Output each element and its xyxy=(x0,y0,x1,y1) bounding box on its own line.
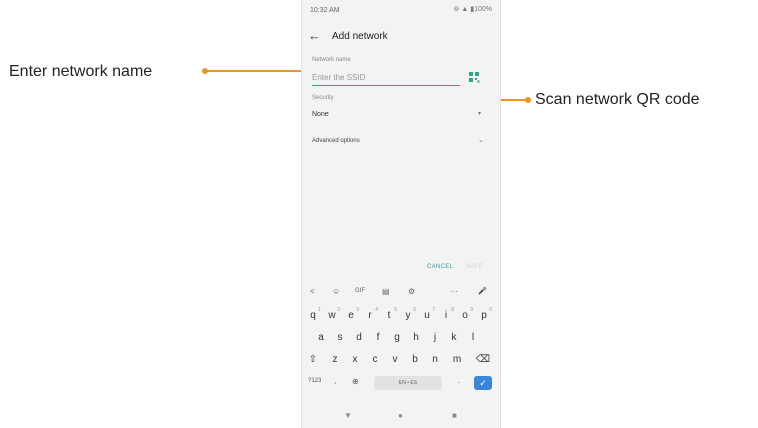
key-u[interactable]: u7 xyxy=(418,307,436,321)
backspace-icon[interactable]: ⌫ xyxy=(474,354,492,365)
key-a[interactable]: a xyxy=(312,332,330,343)
key-k[interactable]: k xyxy=(445,332,463,343)
ssid-input[interactable] xyxy=(312,69,460,86)
nav-recents-icon[interactable]: ■ xyxy=(452,411,457,420)
key-i[interactable]: i8 xyxy=(437,307,455,321)
dropdown-caret-icon: ▾ xyxy=(478,111,482,117)
system-nav-bar: ▼ ● ■ xyxy=(302,406,500,428)
keyboard: < ☺ GIF ▤ ⚙ ··· 🎤 q1 w2 e3 r4 t5 y6 u7 i… xyxy=(302,282,500,406)
key-y[interactable]: y6 xyxy=(399,307,417,321)
status-icons: ⊚ ▲ ▮100% xyxy=(453,6,492,13)
key-q[interactable]: q1 xyxy=(304,307,322,321)
key-j[interactable]: j xyxy=(426,332,444,343)
settings-gear-icon[interactable]: ⚙ xyxy=(408,287,415,296)
key-b[interactable]: b xyxy=(406,354,424,365)
key-comma[interactable]: , xyxy=(334,376,336,385)
clipboard-icon[interactable]: ▤ xyxy=(382,287,390,296)
key-period[interactable]: . xyxy=(458,376,460,385)
symbols-key[interactable]: ?123 xyxy=(308,378,321,384)
phone-screen: 10:32 AM ⊚ ▲ ▮100% ← Add network Network… xyxy=(301,0,501,428)
status-bar: 10:32 AM ⊚ ▲ ▮100% xyxy=(302,0,500,22)
key-w[interactable]: w2 xyxy=(323,307,341,321)
sticker-icon[interactable]: ☺ xyxy=(332,287,340,296)
key-d[interactable]: d xyxy=(350,332,368,343)
back-arrow-icon[interactable]: ← xyxy=(308,28,321,43)
nav-back-icon[interactable]: ▼ xyxy=(344,411,352,420)
security-dropdown[interactable]: None xyxy=(312,111,329,118)
key-p[interactable]: p0 xyxy=(475,307,493,321)
qr-code-icon[interactable] xyxy=(467,70,481,84)
security-label: Security xyxy=(312,95,334,101)
keyboard-toolbar: < ☺ GIF ▤ ⚙ ··· 🎤 xyxy=(302,282,500,304)
key-h[interactable]: h xyxy=(407,332,425,343)
cancel-button[interactable]: CANCEL xyxy=(427,264,453,270)
microphone-icon[interactable]: 🎤 xyxy=(478,287,487,295)
callout-scan-qr: Scan network QR code xyxy=(535,91,700,108)
callout-line-left xyxy=(206,70,306,72)
key-row-3: ⇧ z x c v b n m ⌫ xyxy=(302,354,500,374)
key-z[interactable]: z xyxy=(326,354,344,365)
key-t[interactable]: t5 xyxy=(380,307,398,321)
nav-home-icon[interactable]: ● xyxy=(398,411,403,420)
key-s[interactable]: s xyxy=(331,332,349,343)
key-r[interactable]: r4 xyxy=(361,307,379,321)
page-title: Add network xyxy=(332,31,388,42)
status-time: 10:32 AM xyxy=(310,7,340,14)
key-o[interactable]: o9 xyxy=(456,307,474,321)
key-v[interactable]: v xyxy=(386,354,404,365)
key-x[interactable]: x xyxy=(346,354,364,365)
key-e[interactable]: e3 xyxy=(342,307,360,321)
key-n[interactable]: n xyxy=(426,354,444,365)
key-row-1: q1 w2 e3 r4 t5 y6 u7 i8 o9 p0 xyxy=(302,307,500,330)
more-icon[interactable]: ··· xyxy=(450,287,458,296)
callout-enter-network-name: Enter network name xyxy=(9,63,153,80)
globe-icon[interactable]: ⊕ xyxy=(352,377,359,386)
key-row-2: a s d f g h j k l xyxy=(302,332,500,352)
shift-icon[interactable]: ⇧ xyxy=(304,354,322,365)
key-c[interactable]: c xyxy=(366,354,384,365)
network-name-label: Network name xyxy=(312,57,351,63)
key-g[interactable]: g xyxy=(388,332,406,343)
key-row-4: ?123 , ⊕ EN • ES . ✓ xyxy=(302,376,500,396)
enter-checkmark-icon[interactable]: ✓ xyxy=(474,376,492,390)
key-m[interactable]: m xyxy=(448,354,466,365)
key-l[interactable]: l xyxy=(464,332,482,343)
chevron-down-icon[interactable]: ⌄ xyxy=(478,136,484,144)
gif-button[interactable]: GIF xyxy=(355,288,365,294)
save-button[interactable]: SAVE xyxy=(466,264,483,270)
app-bar: ← Add network xyxy=(302,22,500,52)
advanced-options-toggle[interactable]: Advanced options xyxy=(312,138,360,144)
keyboard-collapse-icon[interactable]: < xyxy=(310,287,315,296)
callout-dot-right xyxy=(525,97,531,103)
space-bar[interactable]: EN • ES xyxy=(374,376,442,390)
key-f[interactable]: f xyxy=(369,332,387,343)
